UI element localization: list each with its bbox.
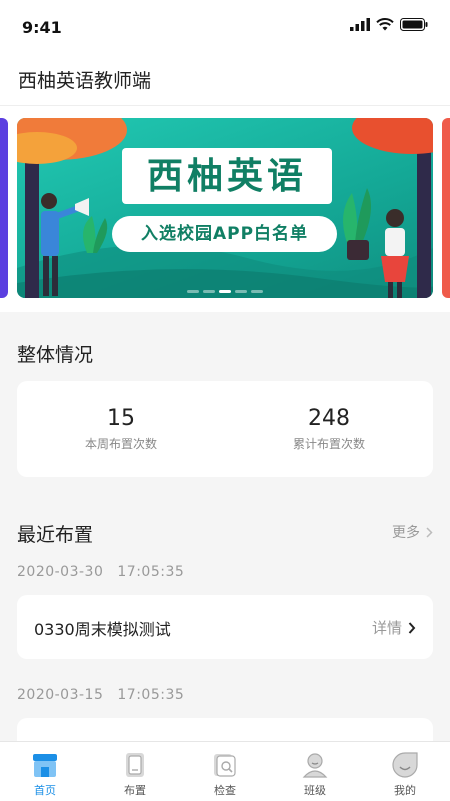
more-label: 更多	[392, 525, 420, 541]
assign-icon	[126, 753, 144, 777]
battery-icon	[400, 18, 428, 31]
carousel-dot[interactable]	[251, 290, 263, 293]
tab-label: 班级	[304, 784, 326, 797]
record-date: 2020-03-15 17:05:35	[17, 687, 184, 703]
record-date-time: 17:05:35	[117, 687, 185, 703]
status-icons	[350, 18, 428, 31]
stat-label: 累计布置次数	[292, 437, 365, 451]
tab-label: 我的	[394, 784, 416, 797]
record-date-time: 17:05:35	[117, 564, 185, 580]
status-bar: 9:41	[0, 0, 450, 54]
tab-label: 首页	[34, 784, 56, 797]
next-banner-peek[interactable]	[442, 118, 450, 298]
tab-profile[interactable]: 我的	[360, 742, 450, 801]
stat-label: 本周布置次数	[84, 437, 157, 451]
tab-label: 检查	[214, 784, 236, 797]
record-card[interactable]: 0330周末模拟测试 详情	[17, 595, 433, 659]
status-time: 9:41	[22, 18, 62, 37]
record-detail-link[interactable]: 详情	[372, 617, 416, 638]
banner-title: 西柚英语	[122, 148, 332, 204]
tab-check[interactable]: 检查	[180, 742, 270, 801]
carousel-dot-active[interactable]	[219, 290, 231, 293]
carousel-dot[interactable]	[203, 290, 215, 293]
home-icon	[33, 754, 57, 777]
prev-banner-peek[interactable]	[0, 118, 8, 298]
carousel-dot[interactable]	[235, 290, 247, 293]
recent-title: 最近布置	[17, 524, 94, 546]
banner-illustration	[17, 118, 433, 298]
banner-carousel[interactable]: 西柚英语 入选校园APP白名单	[0, 106, 450, 312]
class-icon	[302, 753, 328, 778]
tab-label: 布置	[124, 784, 146, 797]
tab-home[interactable]: 首页	[0, 742, 90, 801]
carousel-dots	[187, 290, 263, 293]
overview-title: 整体情况	[17, 344, 94, 366]
stat-week: 15 本周布置次数	[17, 406, 225, 452]
record-date: 2020-03-30 17:05:35	[17, 564, 184, 580]
check-icon	[214, 754, 236, 777]
record-date-day: 2020-03-15	[17, 687, 104, 703]
chevron-right-icon	[408, 621, 416, 634]
chevron-right-icon	[426, 526, 433, 538]
stats-card: 15 本周布置次数 248 累计布置次数	[17, 381, 433, 477]
banner-slide[interactable]: 西柚英语 入选校园APP白名单	[17, 118, 433, 298]
stat-total: 248 累计布置次数	[225, 406, 433, 452]
stat-value: 15	[107, 406, 135, 431]
tab-bar: 首页 布置 检查 班级 我的	[0, 741, 450, 801]
signal-icon	[350, 18, 370, 31]
detail-label: 详情	[371, 619, 402, 637]
page-title: 西柚英语教师端	[18, 70, 152, 92]
stat-value: 248	[308, 406, 350, 431]
profile-icon	[392, 752, 418, 778]
record-date-day: 2020-03-30	[17, 564, 104, 580]
wifi-icon	[376, 18, 394, 31]
carousel-dot[interactable]	[187, 290, 199, 293]
tab-class[interactable]: 班级	[270, 742, 360, 801]
tab-assign[interactable]: 布置	[90, 742, 180, 801]
more-link[interactable]: 更多	[392, 522, 433, 542]
app-header: 西柚英语教师端	[0, 54, 450, 106]
record-name: 0330周末模拟测试	[34, 620, 171, 639]
banner-subtitle: 入选校园APP白名单	[112, 216, 337, 252]
